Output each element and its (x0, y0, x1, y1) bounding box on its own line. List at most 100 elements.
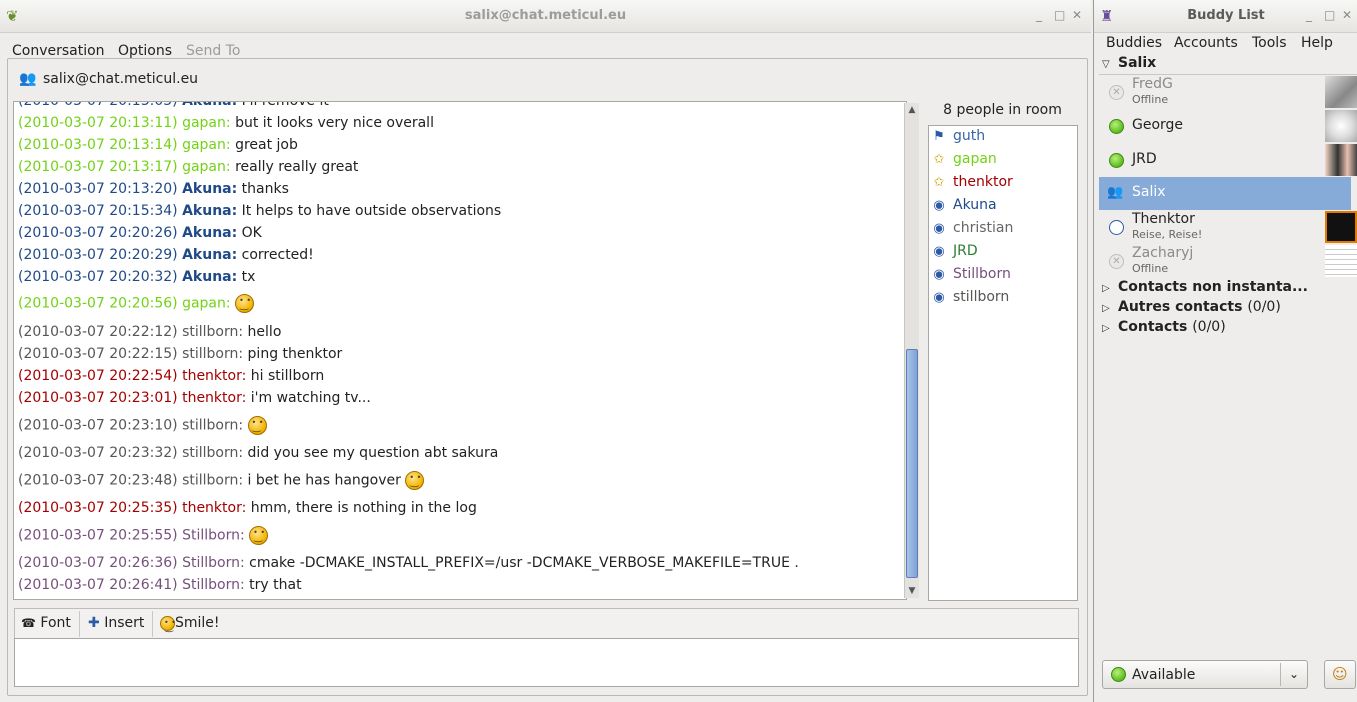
status-selector[interactable]: Available ⌄ (1102, 660, 1308, 689)
message-line: (2010-03-07 20:22:15) stillborn: ping th… (18, 346, 343, 362)
message-line: (2010-03-07 20:25:35) thenktor: hmm, the… (18, 500, 477, 516)
op-star-icon: ✩ (933, 175, 945, 190)
maximize-icon[interactable]: □ (1324, 8, 1335, 22)
voice-icon: ◉ (933, 267, 945, 282)
chevron-down-icon: ⌄ (1280, 663, 1307, 686)
font-button[interactable]: ☎ Font (21, 615, 71, 631)
buddy-menubar: Buddies Accounts Tools Help (1094, 33, 1357, 55)
message-line: (2010-03-07 20:23:01) thenktor: i'm watc… (18, 390, 371, 406)
message-line: (2010-03-07 20:23:32) stillborn: did you… (18, 445, 499, 461)
account-icon-button[interactable]: ☺ (1324, 660, 1356, 689)
plus-icon: ✚ (88, 615, 100, 631)
voice-icon: ◉ (933, 290, 945, 305)
scroll-up-icon[interactable]: ▲ (905, 103, 919, 117)
group-header-contacts-non-instantanes[interactable]: ▷ Contacts non instanta... (1102, 279, 1308, 295)
grin-emoticon-icon (405, 471, 425, 490)
group-header-salix[interactable]: ▽ Salix (1102, 55, 1156, 71)
buddy-item-salix[interactable]: 👥 Salix (1099, 177, 1351, 210)
voice-icon: ◉ (933, 244, 945, 259)
insert-button[interactable]: ✚ Insert (88, 615, 144, 631)
buddy-item-thenktor[interactable]: Thenktor Reise, Reise! (1099, 210, 1357, 244)
op-star-icon: ✩ (933, 152, 945, 167)
scroll-down-icon[interactable]: ▼ (905, 584, 919, 598)
available-status-icon (1111, 667, 1126, 682)
menu-accounts[interactable]: Accounts (1174, 35, 1238, 51)
collapsed-triangle-icon: ▷ (1102, 303, 1110, 314)
toolbar-separator (79, 611, 80, 637)
buddy-window-title: Buddy List (1187, 8, 1265, 23)
voice-icon: ◉ (933, 221, 945, 236)
close-icon[interactable]: ✕ (1072, 8, 1082, 22)
message-line: (2010-03-07 20:15:34) Akuna: It helps to… (18, 203, 502, 219)
message-line: (2010-03-07 20:20:32) Akuna: tx (18, 269, 256, 285)
away-clock-icon (1109, 220, 1124, 235)
person-item[interactable]: ◉ Stillborn (931, 266, 1011, 286)
message-line: (2010-03-07 20:13:17) gapan: really real… (18, 159, 359, 175)
menu-conversation[interactable]: Conversation (12, 43, 105, 59)
avatar (1325, 110, 1357, 142)
font-icon: ☎ (21, 616, 36, 630)
collapsed-triangle-icon: ▷ (1102, 323, 1110, 334)
person-item[interactable]: ✩ thenktor (931, 174, 1013, 194)
people-count: 8 people in room (943, 102, 1062, 118)
minimize-icon[interactable]: _ (1306, 8, 1312, 22)
message-log[interactable]: (2010-03-07 20:13:05) Akuna: I'll remove… (13, 101, 907, 600)
chat-room-icon: 👥 (19, 71, 37, 87)
log-scrollbar[interactable]: ▲ ▼ (904, 103, 919, 598)
menu-help[interactable]: Help (1301, 35, 1333, 51)
toolbar-separator (152, 611, 153, 637)
person-item[interactable]: ⚑ guth (931, 128, 985, 148)
person-item[interactable]: ◉ Akuna (931, 197, 996, 217)
message-line: (2010-03-07 20:23:10) stillborn: (18, 416, 267, 435)
tongue-emoticon-icon (247, 416, 267, 435)
message-line: (2010-03-07 20:23:48) stillborn: i bet h… (18, 471, 425, 490)
person-item[interactable]: ◉ christian (931, 220, 1013, 240)
available-status-icon (1109, 153, 1124, 168)
buddy-icon: ☺ (1332, 665, 1348, 683)
person-item[interactable]: ◉ stillborn (931, 289, 1009, 309)
message-line: (2010-03-07 20:13:11) gapan: but it look… (18, 115, 434, 131)
message-line: (2010-03-07 20:20:29) Akuna: corrected! (18, 247, 314, 263)
menu-send-to[interactable]: Send To (186, 43, 240, 59)
avatar (1325, 76, 1357, 108)
chat-window-title: salix@chat.meticul.eu (464, 8, 627, 23)
smile-icon (160, 615, 176, 633)
scrollbar-thumb[interactable] (906, 349, 918, 578)
message-line: (2010-03-07 20:20:56) gapan: (18, 294, 255, 313)
smiley-emoticon-icon (235, 294, 255, 313)
avatar (1325, 144, 1357, 176)
menu-tools[interactable]: Tools (1252, 35, 1287, 51)
smile-button[interactable]: Smile! (160, 615, 220, 633)
message-input[interactable] (14, 638, 1079, 687)
voice-icon: ◉ (933, 198, 945, 213)
collapsed-triangle-icon: ▷ (1102, 283, 1110, 294)
message-line: (2010-03-07 20:26:36) Stillborn: cmake -… (18, 555, 799, 571)
maximize-icon[interactable]: □ (1054, 8, 1065, 22)
minimize-icon[interactable]: _ (1036, 8, 1042, 22)
person-item[interactable]: ✩ gapan (931, 151, 997, 171)
buddy-item-jrd[interactable]: JRD (1099, 143, 1357, 177)
group-header-contacts[interactable]: ▷ Contacts (0/0) (1102, 319, 1226, 335)
close-icon[interactable]: ✕ (1342, 8, 1352, 22)
message-line: (2010-03-07 20:20:26) Akuna: OK (18, 225, 262, 241)
chat-room-icon: 👥 (1107, 185, 1124, 200)
buddy-item-george[interactable]: George (1099, 109, 1357, 143)
person-item[interactable]: ◉ JRD (931, 243, 977, 263)
message-line: (2010-03-07 20:13:05) Akuna: I'll remove… (18, 101, 329, 109)
menu-buddies[interactable]: Buddies (1106, 35, 1162, 51)
group-header-autres-contacts[interactable]: ▷ Autres contacts (0/0) (1102, 299, 1281, 315)
menu-options[interactable]: Options (118, 43, 172, 59)
wink-emoticon-icon (249, 526, 269, 545)
buddy-item-fredg[interactable]: ✕ FredG Offline (1099, 75, 1357, 109)
buddy-list-window: ♜ Buddy List _ □ ✕ Buddies Accounts Tool… (1093, 0, 1357, 702)
buddy-item-zacharyj[interactable]: ✕ Zacharyj Offline (1099, 244, 1357, 278)
message-line: (2010-03-07 20:25:55) Stillborn: (18, 526, 269, 545)
avatar (1325, 211, 1357, 243)
offline-status-icon: ✕ (1109, 85, 1124, 100)
message-line: (2010-03-07 20:13:20) Akuna: thanks (18, 181, 289, 197)
message-line: (2010-03-07 20:22:54) thenktor: hi still… (18, 368, 325, 384)
message-line: (2010-03-07 20:13:14) gapan: great job (18, 137, 298, 153)
format-toolbar: ☎ Font ✚ Insert Smile! (14, 608, 1079, 639)
people-list[interactable]: ⚑ guth ✩ gapan ✩ thenktor ◉ Akuna ◉ christian… (928, 125, 1078, 601)
offline-status-icon: ✕ (1109, 254, 1124, 269)
